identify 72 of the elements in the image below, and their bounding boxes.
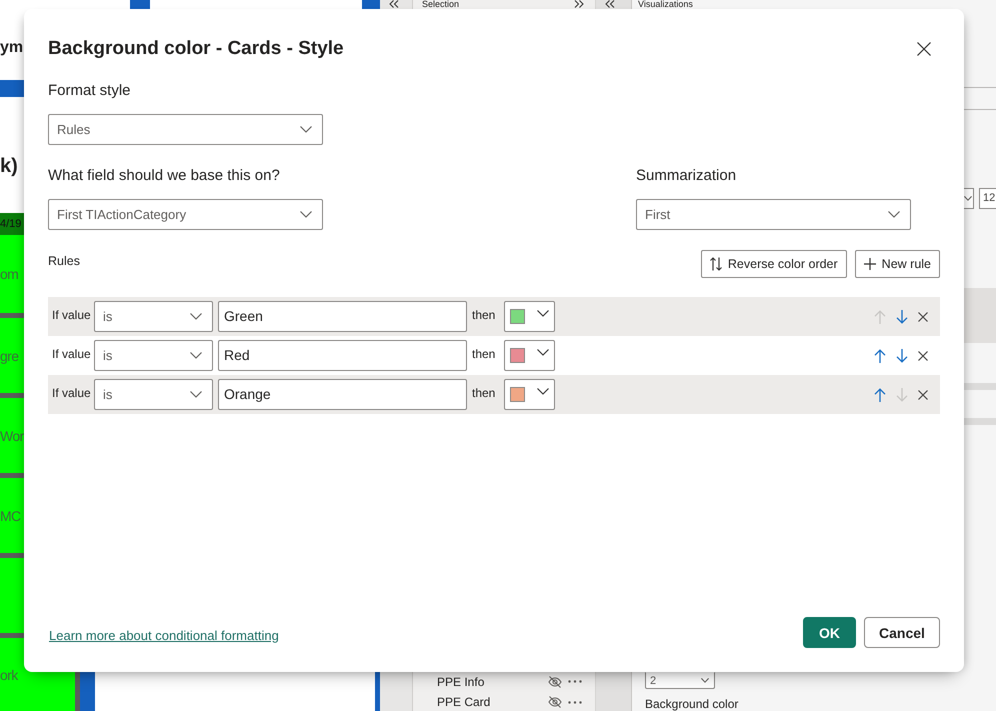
pane-title: Visualizations [638, 0, 693, 9]
report-subtitle: k) [0, 155, 18, 177]
learn-more-link[interactable]: Learn more about conditional formatting [49, 628, 279, 644]
chevron-down-icon [190, 352, 202, 359]
field-label: What field should we base this on? [48, 166, 281, 186]
card-label: om [0, 266, 18, 282]
field-label: Summarization [636, 166, 738, 186]
close-icon[interactable] [917, 42, 931, 56]
card-label: MC [0, 508, 21, 524]
chevron-down-icon [537, 310, 549, 317]
date-label: 4/19 [0, 218, 22, 230]
sort-arrows-icon [710, 257, 722, 271]
value-dropdown[interactable]: 2 [645, 672, 715, 689]
layer-name[interactable]: PPE Info [437, 674, 484, 688]
cancel-button[interactable]: Cancel [864, 617, 940, 648]
chevron-down-icon [537, 349, 549, 356]
format-style-dropdown[interactable]: Rules [48, 114, 323, 145]
delete-icon[interactable] [918, 350, 928, 360]
chevron-down-icon [701, 678, 709, 683]
operator-dropdown[interactable]: is [94, 379, 213, 410]
arrow-down-icon[interactable] [896, 348, 908, 362]
condition-label: If value [52, 386, 92, 400]
plus-icon [864, 258, 876, 270]
dialog-title: Background color - Cards - Style [48, 37, 344, 61]
color-picker[interactable] [504, 379, 555, 410]
delete-icon[interactable] [918, 390, 928, 400]
operator-dropdown[interactable]: is [94, 301, 213, 332]
value-field[interactable]: Green [218, 301, 467, 332]
arrow-down-icon[interactable] [896, 310, 908, 324]
chevron-down-icon [190, 391, 202, 398]
double-chevron-right-icon[interactable] [574, 0, 584, 8]
new-rule-button[interactable]: New rule [854, 250, 940, 278]
then-label: then [472, 308, 496, 322]
card-label: ork [0, 666, 18, 682]
eye-slash-icon[interactable] [548, 676, 562, 688]
then-label: then [472, 346, 496, 360]
more-icon[interactable] [568, 680, 582, 683]
chevron-down-icon [964, 196, 972, 201]
value-field[interactable]: Orange [218, 379, 467, 410]
size-input[interactable]: 12 [979, 188, 996, 209]
operator-dropdown[interactable]: is [94, 340, 213, 371]
condition-label: If value [52, 346, 92, 360]
layer-name[interactable]: PPE Card [437, 695, 490, 709]
color-picker[interactable] [504, 340, 555, 371]
summarization-dropdown[interactable]: First [636, 199, 911, 230]
double-chevron-left-icon[interactable] [605, 0, 615, 8]
chevron-down-icon [300, 211, 312, 218]
card-label: gre [0, 348, 18, 364]
double-chevron-left-icon[interactable] [389, 0, 399, 8]
field-dropdown[interactable]: First TIActionCategory [48, 199, 323, 230]
section-label: Background color [645, 697, 740, 711]
arrow-up-icon[interactable] [874, 388, 886, 402]
pane-title: Selection [422, 0, 460, 9]
arrow-up-icon[interactable] [874, 348, 886, 362]
chevron-down-icon [300, 126, 312, 133]
eye-slash-icon[interactable] [548, 696, 562, 708]
font-dropdown[interactable] [964, 188, 974, 209]
section-label: Rules [48, 253, 80, 270]
ok-button[interactable]: OK [803, 617, 856, 648]
card-label: Wor [0, 428, 24, 444]
color-picker[interactable] [504, 301, 555, 332]
more-icon[interactable] [568, 700, 582, 704]
condition-label: If value [52, 308, 92, 322]
value-field[interactable]: Red [218, 340, 467, 371]
then-label: then [472, 386, 496, 400]
delete-icon[interactable] [918, 312, 928, 322]
field-label: Format style [48, 81, 132, 101]
chevron-down-icon [537, 388, 549, 395]
report-title: ym [0, 38, 24, 58]
chevron-down-icon [888, 211, 900, 218]
chevron-down-icon [190, 313, 202, 320]
reverse-order-button[interactable]: Reverse color order [700, 250, 847, 278]
